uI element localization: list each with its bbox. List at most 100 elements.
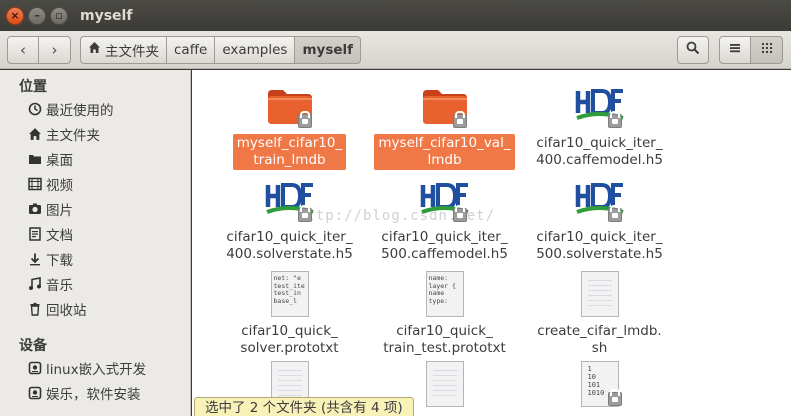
view-controls — [677, 36, 783, 64]
file-name-line: cifar10_quick_ — [241, 323, 338, 339]
forward-button[interactable]: › — [39, 35, 71, 64]
file-item[interactable]: cifar10_quick_iter_ 400.caffemodel.h5 — [522, 82, 677, 170]
file-name-line: 400.caffemodel.h5 — [536, 152, 663, 168]
file-name-line: 500.solverstate.h5 — [536, 246, 663, 262]
hdf5-file-icon — [413, 176, 477, 224]
video-icon — [27, 176, 42, 191]
lock-icon — [452, 205, 467, 222]
music-icon — [27, 276, 42, 291]
file-item[interactable]: cifar10_quick_iter_ 500.solverstate.h5 — [522, 176, 677, 264]
sidebar-place-item-label: 下载 — [46, 252, 73, 269]
trash-icon — [27, 301, 42, 316]
file-item[interactable]: name: layer { name type: cifar10_quick_ tra… — [367, 270, 522, 358]
script-file-icon — [568, 270, 632, 318]
sidebar-place-item-label: 图片 — [46, 202, 73, 219]
file-name-line: cifar10_quick_iter_ — [536, 229, 663, 245]
file-name-line: cifar10_quick_iter_ — [381, 229, 508, 245]
document-icon — [27, 226, 42, 241]
sidebar-place-item-label: 最近使用的 — [46, 102, 114, 119]
hdf5-file-icon — [258, 176, 322, 224]
grid-view-button[interactable] — [751, 36, 783, 64]
file-item[interactable]: cifar10_quick_iter_ 500.caffemodel.h5 — [367, 176, 522, 264]
list-view-icon — [729, 42, 741, 58]
file-name-line: cifar10_quick_ — [396, 323, 493, 339]
lock-icon — [297, 205, 312, 222]
lock-icon — [607, 111, 622, 128]
sidebar-place-item[interactable]: 图片 — [0, 196, 190, 221]
window-controls: × – ▫ — [6, 6, 68, 25]
text-preview: name: layer { name type: — [425, 271, 464, 317]
file-name-label: cifar10_quick_iter_ 400.caffemodel.h5 — [532, 134, 667, 170]
sidebar-place-item-label: 回收站 — [46, 302, 87, 319]
sidebar-place-item[interactable]: 下载 — [0, 246, 190, 271]
picture-icon — [27, 201, 42, 216]
file-item[interactable]: 1 10 101 1010 — [522, 360, 677, 408]
sidebar-place-item-label: 主文件夹 — [46, 127, 100, 144]
lock-icon — [452, 111, 467, 128]
sidebar-device-item[interactable]: linux嵌入式开发 — [0, 355, 190, 380]
history-nav: ‹ › — [7, 35, 71, 64]
sidebar-place-item[interactable]: 最近使用的 — [0, 96, 190, 121]
drive-icon — [27, 360, 42, 375]
minimize-window-button[interactable]: – — [28, 6, 46, 25]
drive-icon — [27, 385, 42, 400]
file-name-line: create_cifar_lmdb. — [537, 323, 662, 339]
breadcrumb-caffe[interactable]: caffe — [167, 35, 216, 64]
breadcrumb-home[interactable]: 主文件夹 — [80, 35, 167, 64]
lock-icon — [297, 111, 312, 128]
sidebar-place-item-label: 文档 — [46, 227, 73, 244]
text-file-icon: name: layer { name type: — [413, 270, 477, 318]
search-button[interactable] — [677, 36, 709, 64]
chevron-right-icon: › — [51, 40, 58, 59]
breadcrumb-myself[interactable]: myself — [295, 35, 362, 64]
lock-icon — [607, 389, 622, 406]
file-name-label: myself_cifar10_val_ lmdb — [374, 134, 515, 170]
file-name-line: sh — [591, 340, 608, 356]
home-icon — [88, 41, 101, 58]
file-name-label: cifar10_quick_iter_ 500.caffemodel.h5 — [377, 228, 512, 264]
file-name-line: 400.solverstate.h5 — [226, 246, 353, 262]
sidebar-device-item-label: linux嵌入式开发 — [46, 361, 147, 378]
file-name-line: lmdb — [427, 152, 462, 168]
folder-item[interactable]: myself_cifar10_ train_lmdb — [212, 82, 367, 170]
sidebar-place-item[interactable]: 音乐 — [0, 271, 190, 296]
file-item[interactable]: create_cifar_lmdb. sh — [522, 270, 677, 358]
title-bar: × – ▫ myself — [0, 0, 791, 31]
search-icon — [686, 41, 700, 59]
sidebar-place-item[interactable]: 文档 — [0, 221, 190, 246]
script-preview — [425, 361, 464, 407]
sidebar-place-item[interactable]: 桌面 — [0, 146, 190, 171]
back-button[interactable]: ‹ — [7, 35, 39, 64]
file-name-line: train_test.prototxt — [383, 340, 506, 356]
grid-view-icon — [761, 42, 773, 58]
sidebar: 位置 最近使用的 主文件夹 桌面 视频 图片 文档 下载 音乐 回收站 设备 linux嵌入式开… — [0, 70, 191, 416]
file-name-line: cifar10_quick_iter_ — [226, 229, 353, 245]
file-item[interactable]: net: "e test_ite test_in base_l cifar10_quic… — [212, 270, 367, 358]
sidebar-place-item[interactable]: 回收站 — [0, 296, 190, 321]
desktop-icon — [27, 151, 42, 166]
file-grid: http://blog.csdn.net/ myself_cifar10_ tra… — [192, 70, 791, 416]
file-name-line: solver.prototxt — [240, 340, 339, 356]
hdf5-file-icon — [568, 82, 632, 130]
folder-item[interactable]: myself_cifar10_val_ lmdb — [367, 82, 522, 170]
breadcrumb-label: myself — [302, 41, 354, 58]
folder-icon — [413, 82, 477, 130]
file-name-label: cifar10_quick_iter_ 400.solverstate.h5 — [222, 228, 357, 264]
sidebar-place-item[interactable]: 主文件夹 — [0, 121, 190, 146]
file-name-line: myself_cifar10_ — [236, 135, 343, 151]
toolbar: ‹ › 主文件夹 caffe examples myself — [0, 31, 791, 69]
close-window-button[interactable]: × — [6, 6, 24, 25]
folder-icon — [258, 82, 322, 130]
list-view-button[interactable] — [719, 36, 751, 64]
lock-icon — [607, 205, 622, 222]
file-name-label: create_cifar_lmdb. sh — [533, 322, 665, 358]
file-name-line: 500.caffemodel.h5 — [381, 246, 508, 262]
maximize-window-button[interactable]: ▫ — [50, 6, 68, 25]
file-item[interactable]: cifar10_quick_iter_ 400.solverstate.h5 — [212, 176, 367, 264]
devices-header: 设备 — [19, 338, 47, 354]
file-name-label: cifar10_quick_ train_test.prototxt — [379, 322, 510, 358]
sidebar-device-item[interactable]: 娱乐，软件安装 — [0, 380, 190, 405]
sidebar-place-item[interactable]: 视频 — [0, 171, 190, 196]
breadcrumb-examples[interactable]: examples — [215, 35, 296, 64]
status-bar: 选中了 2 个文件夹 (共含有 4 项) — [194, 397, 414, 416]
